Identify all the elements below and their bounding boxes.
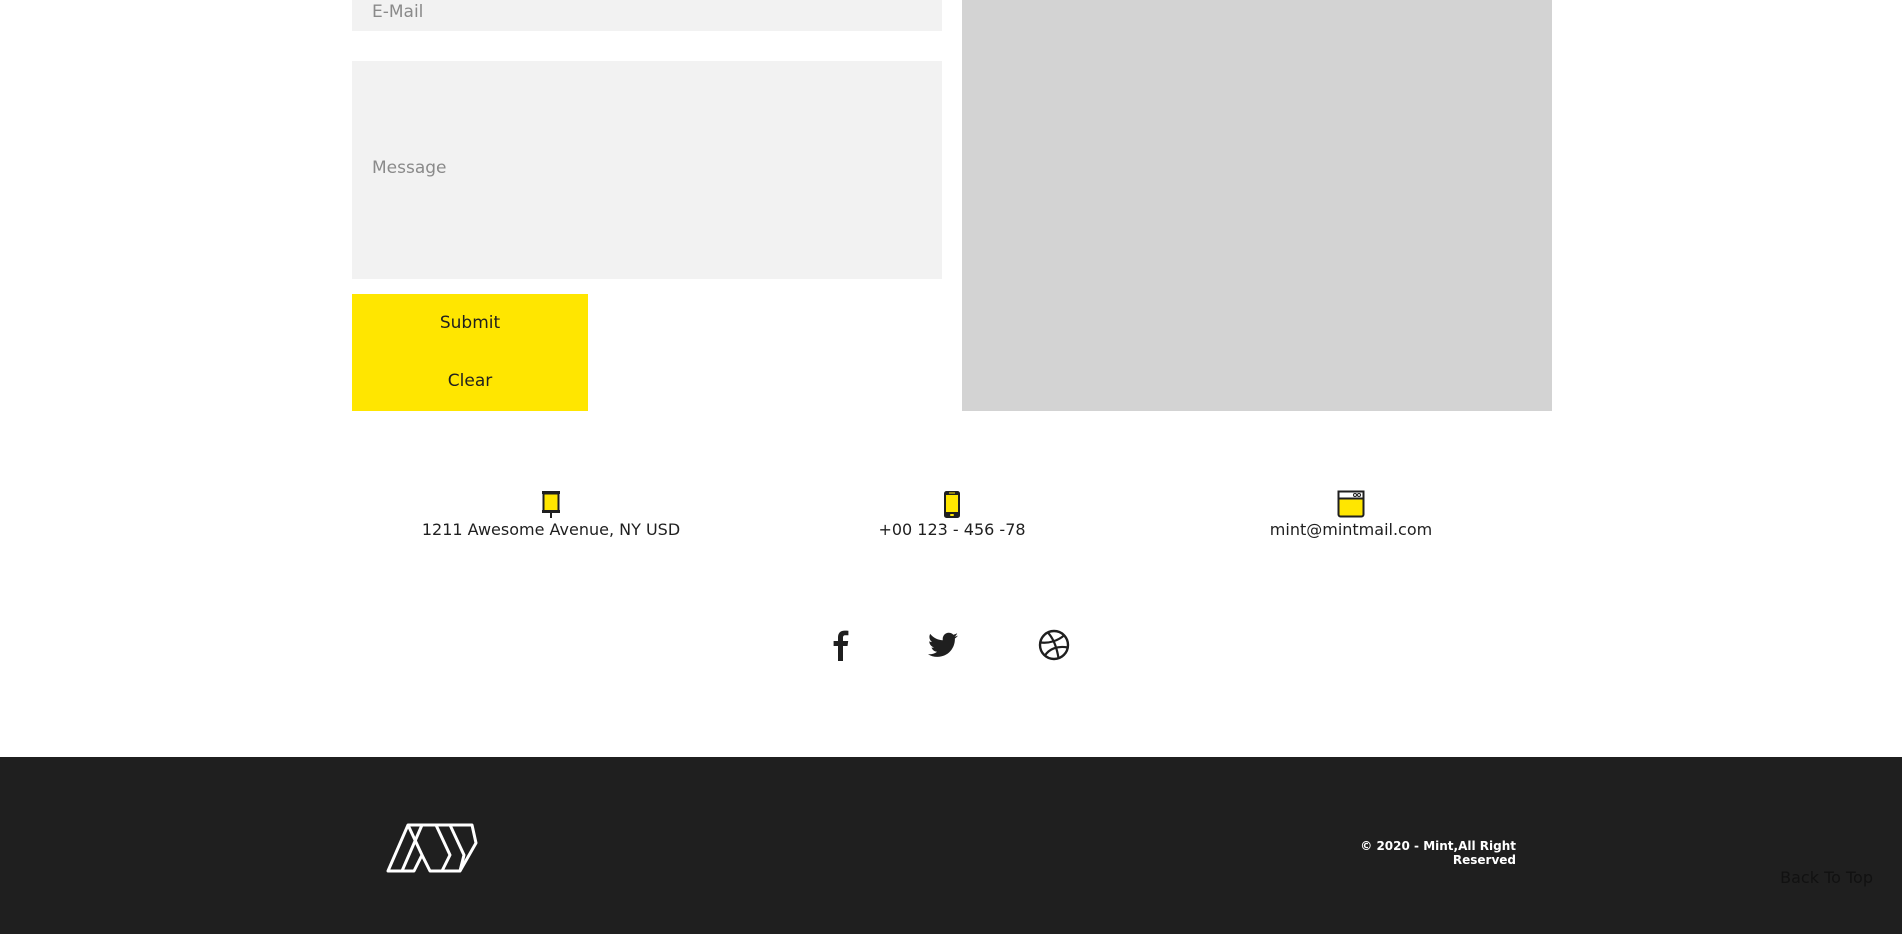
twitter-link[interactable] [926,628,960,662]
address-info: 1211 Awesome Avenue, NY USD [391,490,711,540]
email-info: mint@mintmail.com [1191,490,1511,540]
page: Submit Clear 1211 Awesome Avenue, NY USD… [0,0,1902,934]
facebook-icon [833,630,849,661]
dribbble-link[interactable] [1037,628,1071,662]
signpost-icon [542,491,560,518]
phone-info: +00 123 - 456 -78 [792,490,1112,540]
dribbble-icon [1038,629,1070,661]
back-to-top-link[interactable]: Back To Top [1780,868,1873,887]
twitter-icon [928,632,958,657]
mint-logo[interactable] [386,821,478,875]
footer: © 2020 - Mint,All Right Reserved Back To… [0,757,1902,934]
map-panel[interactable] [962,0,1552,411]
submit-button[interactable]: Submit [352,294,588,352]
phone-icon [944,491,960,518]
copyright-text: © 2020 - Mint,All Right Reserved [1360,839,1516,867]
email-text: mint@mintmail.com [1269,520,1433,539]
address-text: 1211 Awesome Avenue, NY USD [421,520,681,539]
message-field[interactable] [352,61,942,279]
phone-text: +00 123 - 456 -78 [878,520,1026,539]
facebook-link[interactable] [824,628,858,662]
browser-window-icon [1337,490,1365,518]
clear-button[interactable]: Clear [352,352,588,410]
form-buttons: Submit Clear [352,294,588,411]
email-field[interactable] [352,0,942,31]
